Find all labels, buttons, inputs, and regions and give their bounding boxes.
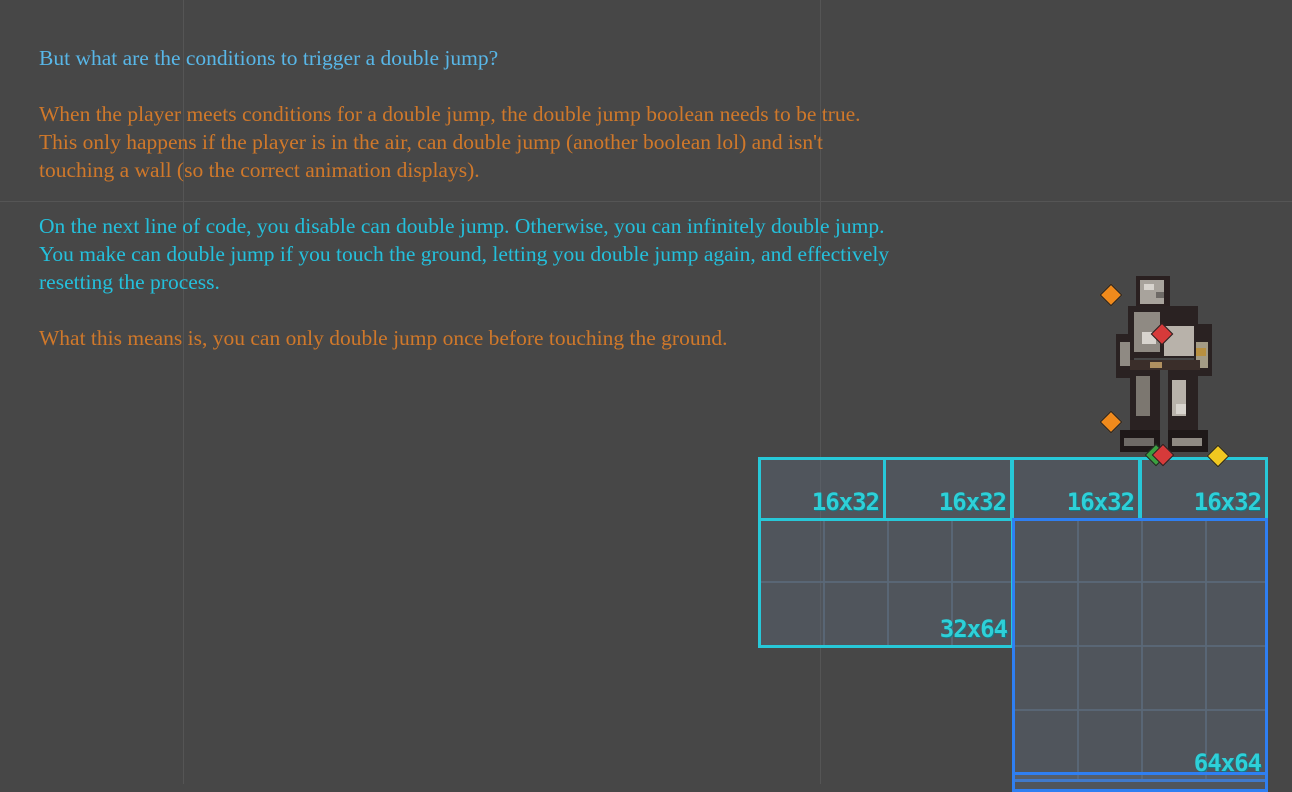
player-character-sprite[interactable] xyxy=(1110,272,1220,458)
tile-label: 16x32 xyxy=(1066,488,1135,516)
notes-heading: But what are the conditions to trigger a… xyxy=(39,46,499,70)
tile-16x32[interactable]: 16x32 xyxy=(883,457,1013,521)
notes-conditions: When the player meets conditions for a d… xyxy=(39,102,861,182)
notes-summary: What this means is, you can only double … xyxy=(39,326,728,350)
tile-16x32[interactable]: 16x32 xyxy=(758,457,886,521)
notes-disable: On the next line of code, you disable ca… xyxy=(39,214,890,294)
tile-64x64[interactable]: 64x64 xyxy=(1012,518,1268,782)
scene-notes: But what are the conditions to trigger a… xyxy=(39,44,1039,352)
tile-16x32[interactable]: 16x32 xyxy=(1139,457,1268,521)
tile-label: 32x64 xyxy=(939,615,1008,643)
tile-label: 16x32 xyxy=(811,488,880,516)
tile-label: 16x32 xyxy=(1193,488,1262,516)
tile-16x32[interactable]: 16x32 xyxy=(1011,457,1141,521)
tile-edge[interactable] xyxy=(1012,772,1268,792)
tile-label: 16x32 xyxy=(938,488,1007,516)
tile-inner-grid xyxy=(1015,521,1265,779)
tile-32x64[interactable]: 32x64 xyxy=(758,518,1014,648)
